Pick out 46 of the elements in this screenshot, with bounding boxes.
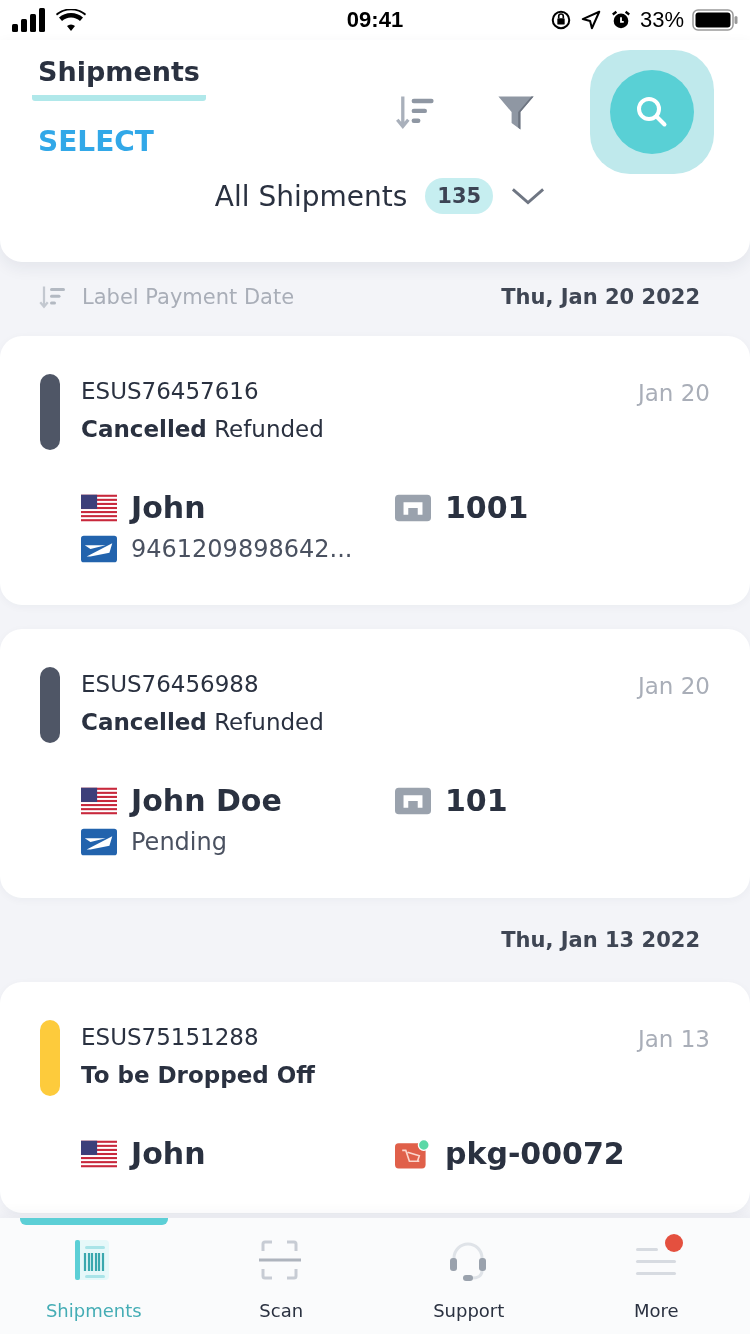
wifi-icon: [56, 9, 86, 31]
chevron-down-icon[interactable]: [511, 186, 546, 206]
battery-icon: [692, 9, 738, 31]
recipient-name: John Doe: [131, 783, 282, 818]
signal-icon: [12, 8, 48, 32]
order-number: 101: [445, 783, 508, 818]
filter-dropdown[interactable]: All Shipments: [214, 179, 408, 213]
us-flag-icon: [81, 786, 117, 815]
us-flag-icon: [81, 493, 117, 522]
shipment-card[interactable]: ESUS76457616 Cancelled Refunded Jan 20 John 1001 9461209898642...: [0, 336, 750, 605]
us-flag-icon: [81, 1139, 117, 1168]
tab-bar-item[interactable]: Scan: [187, 1218, 375, 1334]
store-icon: [395, 785, 431, 816]
clock-time: 09:41: [346, 7, 404, 33]
shipment-date: Jan 20: [637, 379, 710, 408]
cart-icon: [395, 1138, 431, 1169]
shipment-status: Cancelled Refunded: [81, 708, 325, 737]
order-number: pkg-00072: [445, 1136, 625, 1171]
shipment-id: ESUS75151288: [81, 1023, 260, 1052]
shipments-tab[interactable]: Shipments: [32, 50, 206, 101]
shipment-card[interactable]: ESUS76456988 Cancelled Refunded Jan 20 John Doe 101 Pending: [0, 629, 750, 898]
rotation-lock-icon: [549, 9, 572, 31]
recipient-name: John: [131, 1136, 206, 1171]
search-button[interactable]: [590, 50, 714, 174]
tab-bar-item[interactable]: Support: [375, 1218, 563, 1334]
recipient-name: John: [131, 490, 206, 525]
shipment-id: ESUS76457616: [81, 377, 260, 406]
tracking-number: 9461209898642...: [131, 535, 353, 563]
shipment-status: Cancelled Refunded: [81, 415, 325, 444]
carrier-eagle-icon: [81, 828, 117, 856]
store-icon: [395, 492, 431, 523]
count-badge: 135: [425, 178, 494, 214]
location-arrow-icon: [579, 9, 602, 31]
carrier-eagle-icon: [81, 535, 117, 563]
alarm-clock-icon: [609, 9, 632, 31]
shipment-status: To be Dropped Off: [81, 1061, 316, 1090]
shipment-id: ESUS76456988: [81, 670, 260, 699]
date-heading: Thu, Jan 20 2022: [501, 285, 700, 309]
date-heading: Thu, Jan 13 2022: [501, 928, 700, 954]
shipment-date: Jan 13: [637, 1025, 710, 1054]
order-number: 1001: [445, 490, 529, 525]
battery-percentage: 33%: [639, 7, 684, 33]
shipment-card[interactable]: ESUS75151288 To be Dropped Off Jan 13 John pkg-00072: [0, 982, 750, 1213]
tracking-number: Pending: [131, 828, 227, 856]
tab-bar-item[interactable]: More: [562, 1218, 750, 1334]
shipment-date: Jan 20: [637, 672, 710, 701]
